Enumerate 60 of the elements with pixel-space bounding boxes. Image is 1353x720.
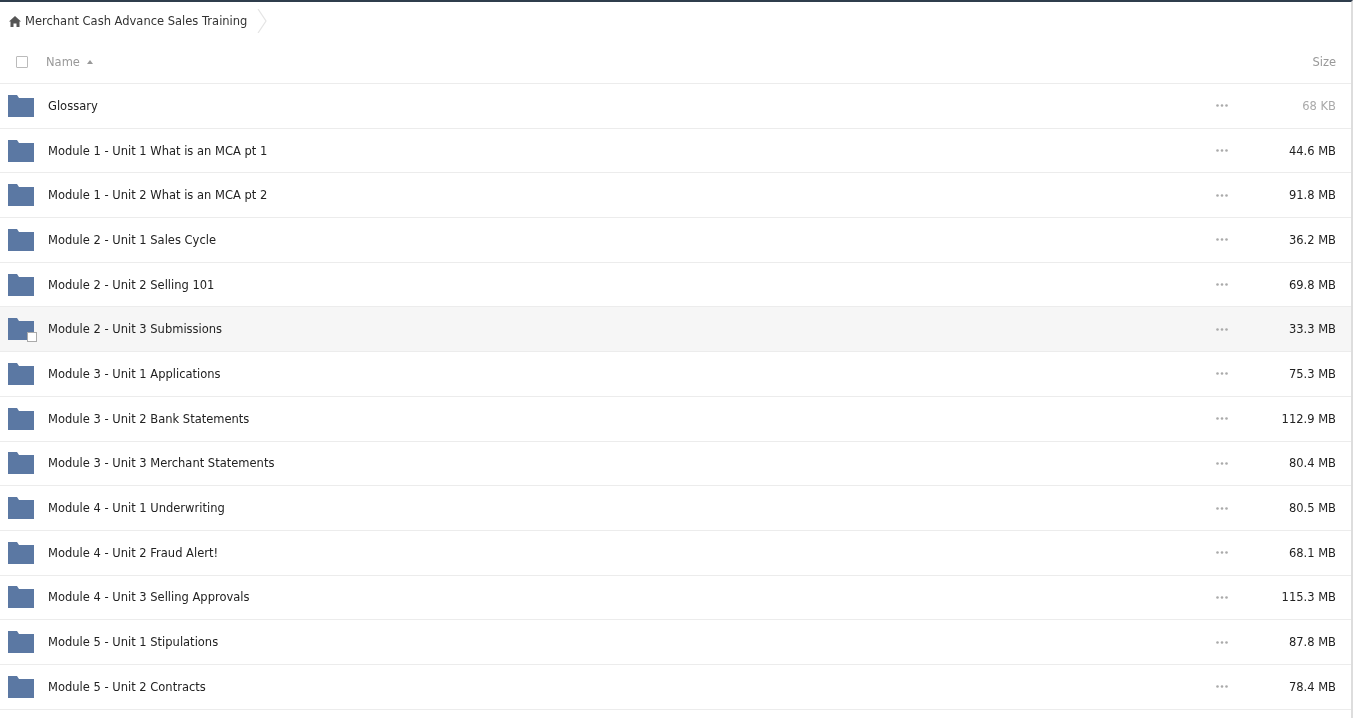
home-icon xyxy=(9,15,21,27)
file-size: 36.2 MB xyxy=(1287,232,1337,247)
folder-name[interactable]: Module 1 - Unit 1 What is an MCA pt 1 xyxy=(48,143,268,158)
folder-row[interactable]: Module 3 - Unit 3 Merchant Statements 80.4 MB xyxy=(0,441,1351,487)
file-size: 87.8 MB xyxy=(1287,635,1337,650)
folder-name[interactable]: Module 3 - Unit 1 Applications xyxy=(48,366,221,381)
folder-row[interactable]: Module 2 - Unit 3 Submissions 33.3 MB xyxy=(0,307,1351,353)
file-size: 78.4 MB xyxy=(1287,679,1337,694)
folder-row[interactable]: Module 5 - Unit 2 Contracts 78.4 MB xyxy=(0,664,1351,710)
breadcrumb-separator-icon xyxy=(257,9,268,33)
folder-icon xyxy=(8,273,34,296)
folder-icon xyxy=(8,362,34,385)
file-size: 68 KB xyxy=(1301,98,1337,113)
file-size: 75.3 MB xyxy=(1287,366,1337,381)
folder-icon xyxy=(8,228,34,251)
folder-icon xyxy=(8,318,34,341)
folder-icon xyxy=(8,94,34,117)
folder-row[interactable]: Module 5 - Unit 1 Stipulations 87.8 MB xyxy=(0,620,1351,665)
folder-icon xyxy=(8,497,34,520)
folder-icon xyxy=(8,631,34,654)
folder-name[interactable]: Module 2 - Unit 1 Sales Cycle xyxy=(48,232,216,247)
folder-name[interactable]: Module 1 - Unit 2 What is an MCA pt 2 xyxy=(48,188,268,203)
file-size: 69.8 MB xyxy=(1287,277,1337,292)
folder-icon xyxy=(8,407,34,430)
folder-name[interactable]: Module 4 - Unit 3 Selling Approvals xyxy=(48,590,250,605)
folder-name[interactable]: Module 2 - Unit 3 Submissions xyxy=(48,322,223,337)
folder-row[interactable]: Glossary 68 KB xyxy=(0,84,1351,129)
file-size: 33.3 MB xyxy=(1287,322,1337,337)
folder-icon xyxy=(8,541,34,564)
folder-icon xyxy=(8,452,34,475)
folder-row[interactable]: Module 2 - Unit 1 Sales Cycle 36.2 MB xyxy=(0,218,1351,263)
folder-name[interactable]: Module 4 - Unit 1 Underwriting xyxy=(48,501,225,516)
folder-name[interactable]: Module 4 - Unit 2 Fraud Alert! xyxy=(48,545,219,560)
folder-icon xyxy=(8,586,34,609)
file-size: 115.3 MB xyxy=(1280,590,1337,605)
breadcrumb-link[interactable]: Merchant Cash Advance Sales Training xyxy=(9,14,248,28)
folder-icon xyxy=(8,139,34,162)
folder-name[interactable]: Module 3 - Unit 3 Merchant Statements xyxy=(48,456,275,471)
folder-row[interactable]: Module 4 - Unit 3 Selling Approvals 115.3 MB xyxy=(0,575,1351,621)
folder-name[interactable]: Module 5 - Unit 1 Stipulations xyxy=(48,635,219,650)
folder-name[interactable]: Module 5 - Unit 2 Contracts xyxy=(48,679,206,694)
file-size: 91.8 MB xyxy=(1287,188,1337,203)
folder-row[interactable]: Module 3 - Unit 1 Applications 75.3 MB xyxy=(0,352,1351,397)
folder-icon xyxy=(8,675,34,698)
sort-ascending-icon xyxy=(86,59,93,64)
file-size: 68.1 MB xyxy=(1287,545,1337,560)
folder-row[interactable]: Module 3 - Unit 2 Bank Statements 112.9 MB xyxy=(0,396,1351,442)
file-size: 80.4 MB xyxy=(1287,456,1337,471)
folder-row[interactable]: Module 4 - Unit 1 Underwriting 80.5 MB xyxy=(0,486,1351,531)
folder-name[interactable]: Module 3 - Unit 2 Bank Statements xyxy=(48,411,250,426)
file-size: 112.9 MB xyxy=(1280,411,1337,426)
folder-row[interactable]: Module 4 - Unit 2 Fraud Alert! 68.1 MB xyxy=(0,530,1351,576)
select-all-checkbox[interactable] xyxy=(16,55,28,68)
folder-name[interactable]: Glossary xyxy=(48,98,98,113)
folder-icon xyxy=(8,184,34,207)
folder-row[interactable]: Module 1 - Unit 2 What is an MCA pt 2 91.8 MB xyxy=(0,173,1351,219)
file-size: 44.6 MB xyxy=(1287,143,1337,158)
folder-row[interactable]: Module 1 - Unit 1 What is an MCA pt 1 44.6 MB xyxy=(0,128,1351,174)
folder-name[interactable]: Module 2 - Unit 2 Selling 101 xyxy=(48,277,215,292)
file-size: 80.5 MB xyxy=(1287,501,1337,516)
